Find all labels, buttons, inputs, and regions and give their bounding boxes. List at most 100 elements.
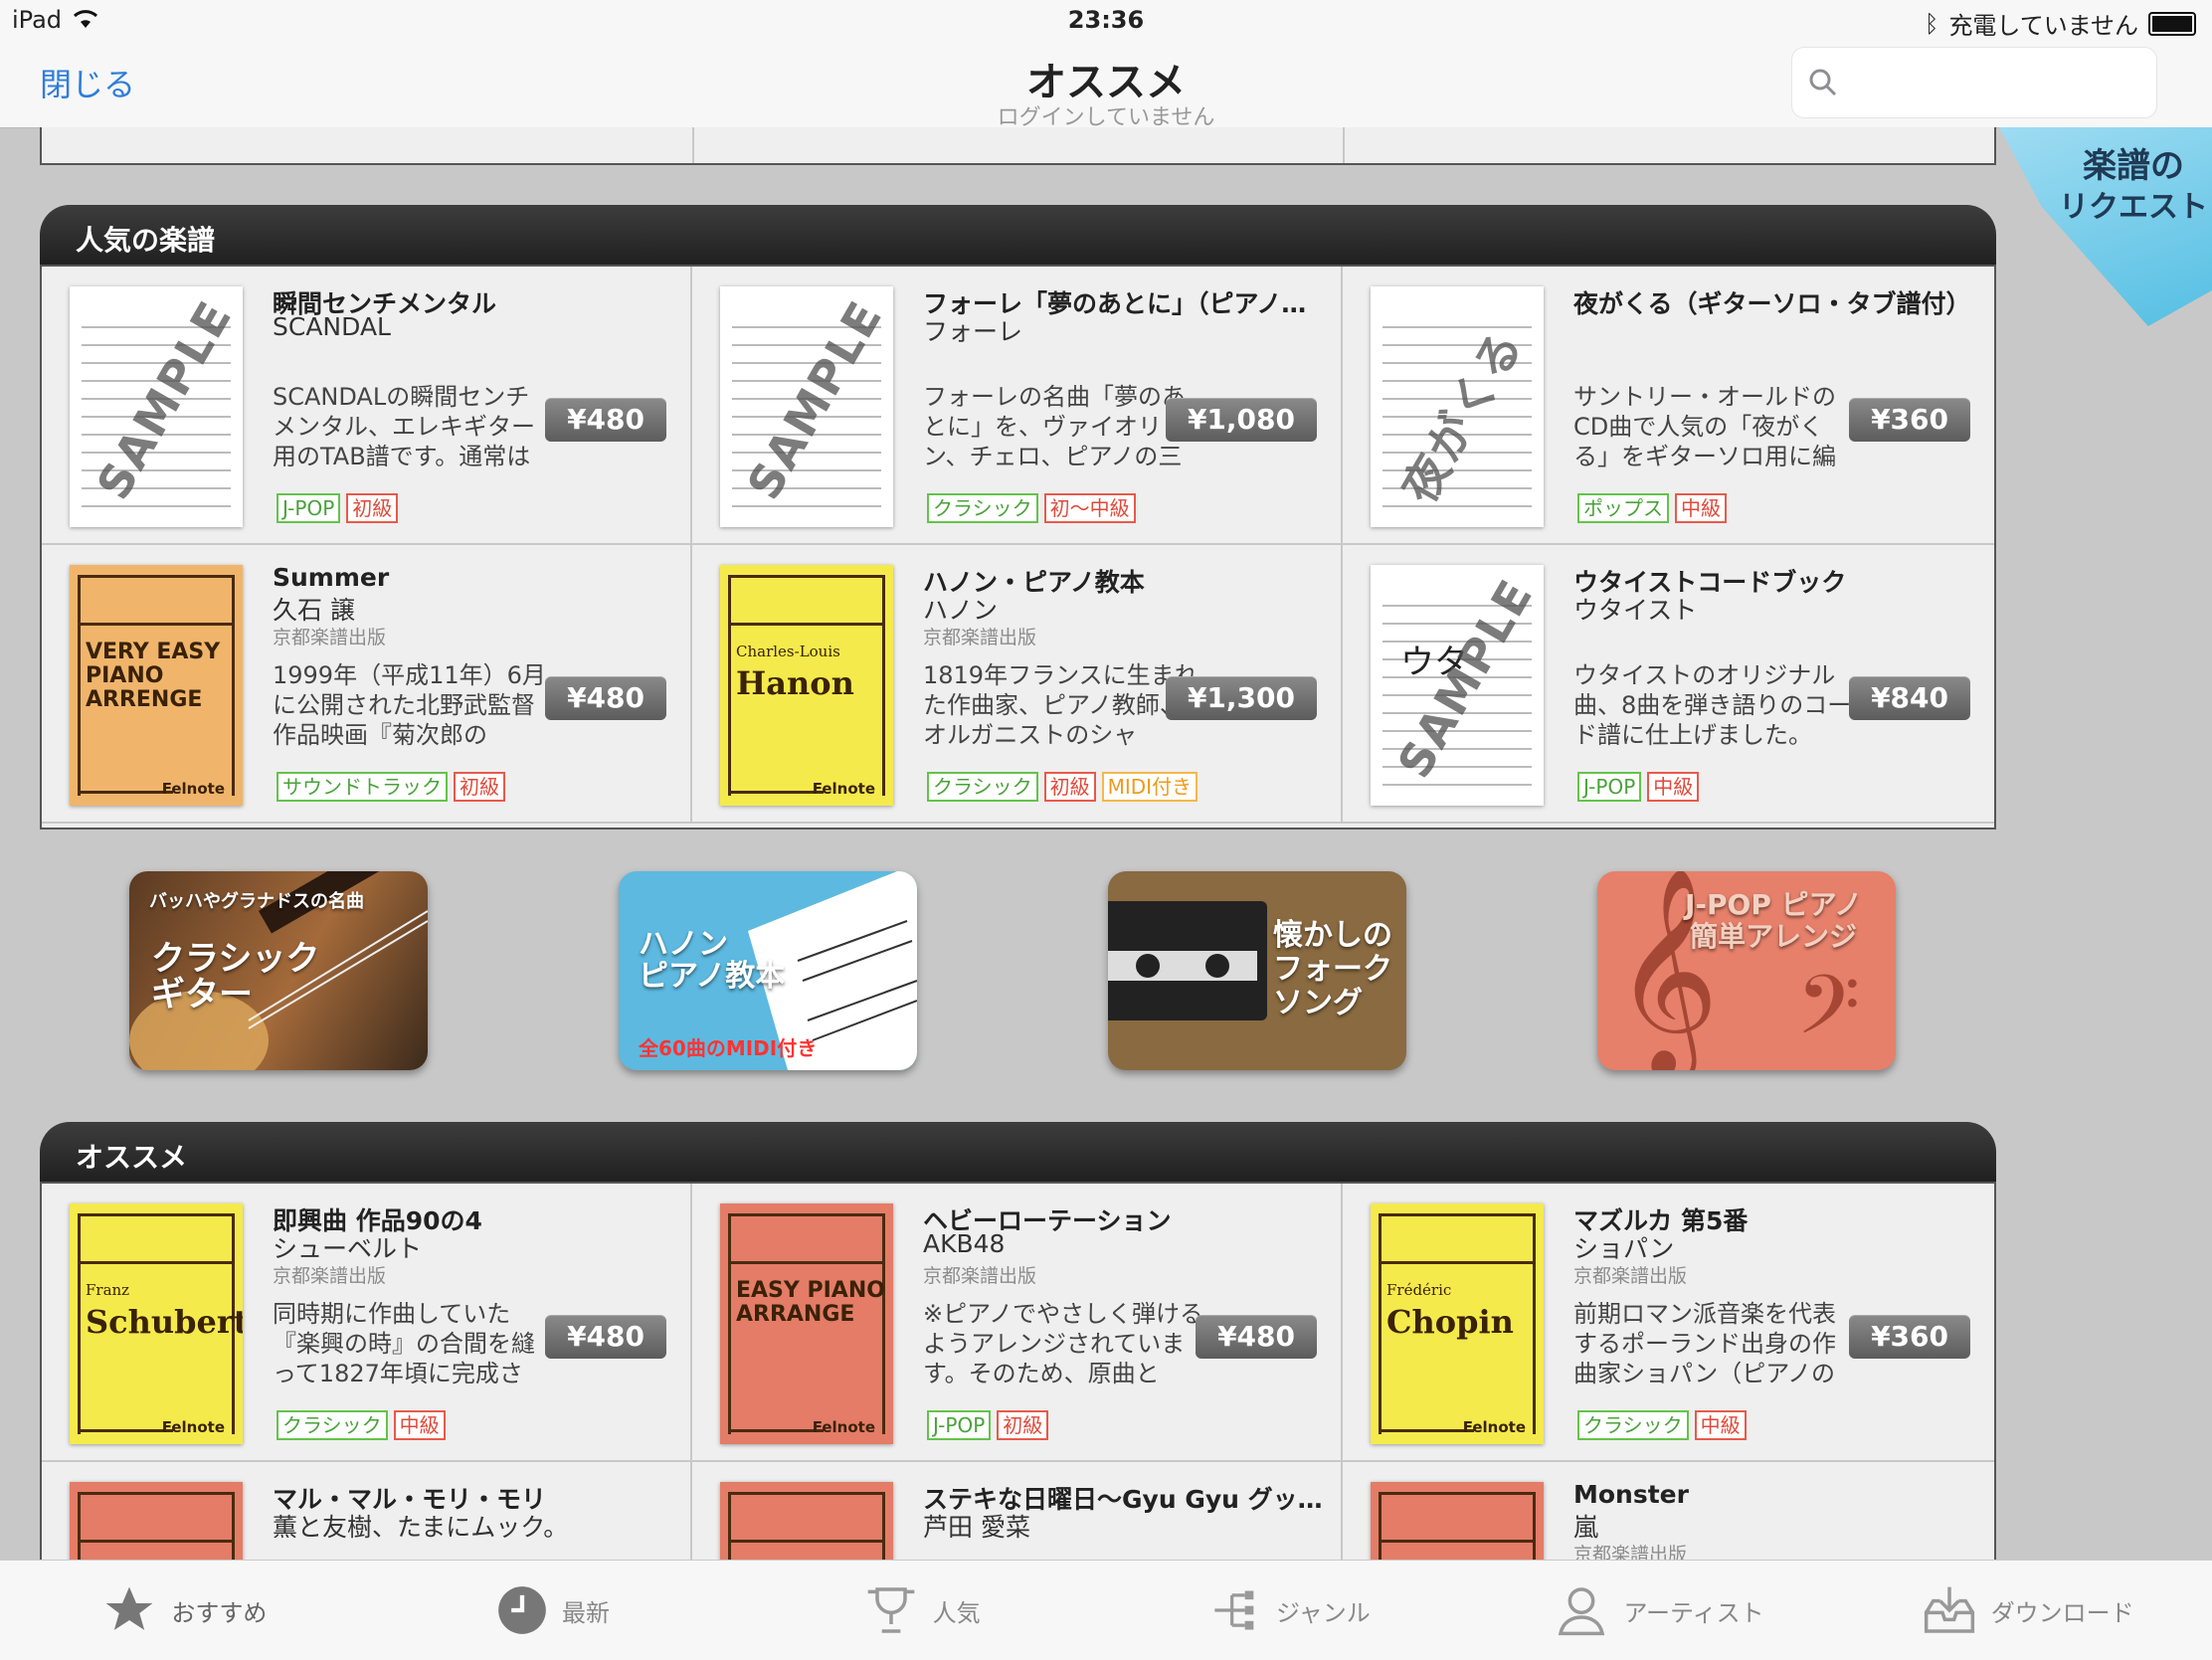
tab-genre-label: ジャンル [1275, 1598, 1371, 1627]
book-cover: Frédéric Chopin Felnote [1371, 1203, 1544, 1444]
banner-folk-song[interactable]: 懐かしの フォーク ソング [1108, 871, 1406, 1070]
price-button[interactable]: ¥360 [1849, 1315, 1970, 1359]
bluetooth-icon: ᛒ [1925, 9, 1939, 38]
score-description: SCANDALの瞬間センチメンタル、エレキギター用のTAB譜です。通常は [273, 383, 535, 470]
tag-badge: 中級 [1675, 493, 1727, 523]
book-cover: EASY PIANO ARRANGE Felnote [720, 1203, 893, 1444]
tag-badge: J-POP [1577, 772, 1642, 802]
bass-clef-icon: 𝄢 [1796, 957, 1861, 1070]
score-tags: クラシック 初〜中級 [927, 493, 1136, 523]
score-artist: 芦田 愛菜 [923, 1513, 1030, 1542]
search-input[interactable] [1852, 62, 2144, 103]
score-tags: ポップス 中級 [1577, 493, 1727, 523]
tab-download[interactable]: ダウンロード [1843, 1561, 2212, 1660]
score-artist: シューベルト [273, 1234, 423, 1263]
status-right: ᛒ 充電していません [1925, 6, 2196, 41]
recommend-section: Franz Schubert Felnote 即興曲 作品90の4 シューベルト 京都楽譜… [40, 1182, 1996, 1579]
trophy-icon [867, 1587, 915, 1633]
book-cover-brand: Felnote [161, 1418, 225, 1436]
tab-recommend-label: おすすめ [171, 1598, 268, 1627]
score-card[interactable]: 夜がくる 夜がくる（ギターソロ・タブ譜付） サントリー・オールドのCD曲で人気の「夜… [1343, 267, 1994, 545]
sheet-preview: SAMPLE [70, 286, 243, 527]
book-cover: Charles-Louis Hanon Felnote [720, 565, 893, 806]
clock-icon [498, 1586, 546, 1634]
score-card[interactable]: Frédéric Chopin Felnote マズルカ 第5番 ショパン 京都楽譜出版前… [1343, 1184, 1994, 1462]
person-icon [1559, 1587, 1605, 1636]
score-description: ウタイストのオリジナル曲、8曲を弾き語りのコード譜に仕上げました。 [1573, 661, 1852, 749]
score-artist: 久石 譲 [273, 596, 355, 625]
score-tags: クラシック 中級 [276, 1410, 446, 1440]
banner-classic-guitar-top: バッハやグラナドスの名曲 [149, 891, 364, 912]
recommend-grid: Franz Schubert Felnote 即興曲 作品90の4 シューベルト 京都楽譜… [42, 1184, 1994, 1579]
score-card[interactable]: Franz Schubert Felnote 即興曲 作品90の4 シューベルト 京都楽譜… [42, 1184, 692, 1462]
score-card[interactable]: SAMPLE 瞬間センチメンタル SCANDAL SCANDALの瞬間センチメンタル、… [42, 267, 692, 545]
tab-download-label: ダウンロード [1990, 1598, 2134, 1627]
banner-jpop-piano[interactable]: 𝄞 𝄢 J-POP ピアノ 簡単アレンジ [1597, 871, 1896, 1070]
tag-badge: 初級 [1043, 772, 1096, 802]
price-button[interactable]: ¥480 [1196, 1315, 1317, 1359]
score-artist: SCANDAL [273, 312, 391, 341]
tag-badge: 初〜中級 [1043, 493, 1136, 523]
banner-hanon-sub: 全60曲のMIDI付き [639, 1036, 818, 1060]
price-button[interactable]: ¥480 [545, 398, 666, 442]
price-button[interactable]: ¥360 [1849, 398, 1970, 442]
book-cover-title: EASY PIANO ARRANGE [736, 1278, 885, 1327]
book-cover: Franz Schubert Felnote [70, 1203, 243, 1444]
tab-bar: おすすめ 最新 人気 ジャンル アーティスト ダウンロード [0, 1560, 2212, 1660]
score-tags: クラシック 中級 [1577, 1410, 1747, 1440]
book-cover-brand: Felnote [1462, 1418, 1526, 1436]
score-description: 同時期に作曲していた『楽興の時』の合間を縫って1827年頃に完成さ [273, 1300, 535, 1387]
book-cover-composer-first: Franz [86, 1281, 130, 1299]
book-cover-brand: Felnote [161, 780, 225, 798]
tab-latest[interactable]: 最新 [369, 1561, 738, 1660]
book-cover-composer-first: Charles-Louis [736, 643, 840, 660]
recommend-section-title: オススメ [76, 1141, 188, 1174]
status-bar: iPad 23:36 ᛒ 充電していません [0, 0, 2212, 40]
banner-hanon[interactable]: ハノン ピアノ教本 全60曲のMIDI付き [619, 871, 917, 1070]
score-artist: ショパン [1573, 1234, 1675, 1263]
tab-recommend[interactable]: おすすめ [0, 1561, 369, 1660]
price-button[interactable]: ¥480 [545, 676, 666, 720]
score-description: 1999年（平成11年）6月に公開された北野武監督作品映画『菊次郎の [273, 661, 546, 749]
popular-section-header: 人気の楽譜 [40, 205, 1996, 267]
score-artist: ハノン [923, 596, 999, 625]
book-cover-composer: Schubert [86, 1303, 243, 1341]
price-button[interactable]: ¥1,300 [1165, 676, 1317, 720]
score-title: Monster [1573, 1480, 1689, 1509]
tab-genre[interactable]: ジャンル [1106, 1561, 1475, 1660]
score-card[interactable]: Charles-Louis Hanon Felnote ハノン・ピアノ教本 ハノン 京都楽… [692, 545, 1343, 824]
score-card[interactable]: VERY EASY PIANO ARRENGE Felnote Summer 久石 譲… [42, 545, 692, 824]
score-card[interactable]: EASY PIANO ARRANGE Felnote ヘビーローテーション AKB48… [692, 1184, 1343, 1462]
tab-artist[interactable]: アーティスト [1475, 1561, 1844, 1660]
price-button[interactable]: ¥1,080 [1165, 398, 1317, 442]
tab-latest-label: 最新 [562, 1598, 610, 1627]
tab-popular-label: 人気 [932, 1598, 981, 1627]
tag-badge: クラシック [1577, 1410, 1689, 1440]
score-tags: J-POP 初級 [927, 1410, 1049, 1440]
price-button[interactable]: ¥480 [545, 1315, 666, 1359]
status-time: 23:36 [1067, 6, 1145, 34]
request-badge[interactable]: 楽譜の リクエスト [1999, 127, 2212, 326]
battery-text: 充電していません [1948, 12, 2138, 40]
score-publisher: 京都楽譜出版 [273, 1265, 387, 1287]
search-box[interactable] [1792, 48, 2156, 117]
tag-badge: 中級 [393, 1410, 446, 1440]
score-title: 夜がくる（ギターソロ・タブ譜付） [1573, 289, 1971, 318]
book-cover: VERY EASY PIANO ARRENGE Felnote [70, 565, 243, 806]
sheet-preview: SAMPLE [720, 286, 893, 527]
score-description: フォーレの名曲「夢のあとに」を、ヴァイオリン、チェロ、ピアノの三 [923, 383, 1186, 470]
sample-watermark: SAMPLE [86, 290, 243, 509]
price-button[interactable]: ¥840 [1849, 676, 1970, 720]
search-icon [1809, 69, 1837, 96]
sheet-preview: ウタ SAMPLE [1371, 565, 1544, 806]
popular-section-title: 人気の楽譜 [76, 224, 216, 257]
score-tags: J-POP 初級 [276, 493, 399, 523]
score-artist: 薫と友樹、たまにムック。 [273, 1513, 569, 1542]
banner-classic-guitar[interactable]: バッハやグラナドスの名曲 クラシック ギター [129, 871, 428, 1070]
tab-popular[interactable]: 人気 [737, 1561, 1106, 1660]
recommend-section-header: オススメ [40, 1122, 1996, 1184]
score-card[interactable]: ウタ SAMPLE ウタイストコードブック ウタイスト ウタイストのオリジナル曲、8曲を… [1343, 545, 1994, 824]
popular-section: SAMPLE 瞬間センチメンタル SCANDAL SCANDALの瞬間センチメンタル、… [40, 265, 1996, 830]
score-tags: サウンドトラック 初級 [276, 772, 505, 802]
score-card[interactable]: SAMPLE フォーレ「夢のあとに」（ピアノ三... フォーレ フォーレの名曲「夢のあ… [692, 267, 1343, 545]
